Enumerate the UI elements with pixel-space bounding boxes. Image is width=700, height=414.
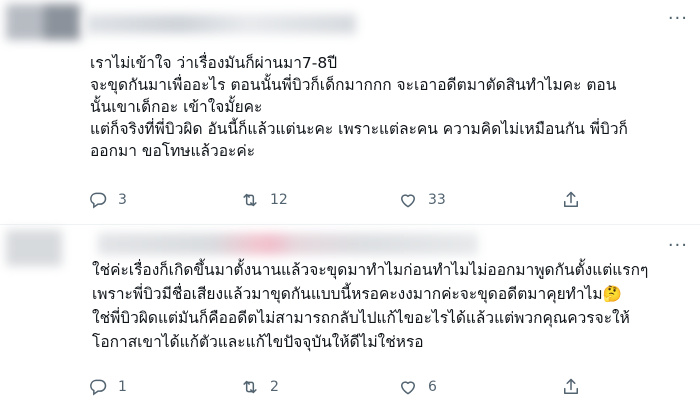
action-bar: 1 2 6 [0, 377, 700, 401]
reply-count: 3 [118, 192, 127, 208]
more-icon[interactable]: ··· [668, 237, 688, 255]
avatar-blurred[interactable] [6, 4, 80, 40]
share-icon [564, 378, 578, 394]
reply-count: 1 [118, 379, 127, 395]
tweet[interactable]: ··· เราไม่เข้าใจ ว่าเรื่องมันก็ผ่านมา7-8… [0, 0, 700, 224]
author-name-blurred[interactable] [86, 14, 356, 34]
reply-icon [90, 192, 107, 209]
retweet-count: 12 [270, 192, 288, 208]
tweet[interactable]: ··· ใช่ค่ะเรื่องก็เกิดขึ้นมาตั้งนานแล้วจ… [0, 225, 700, 414]
like-icon [401, 381, 415, 395]
share-icon [564, 191, 578, 207]
reply-button[interactable]: 3 [88, 190, 127, 210]
action-bar: 3 12 33 [0, 190, 700, 214]
like-count: 6 [428, 379, 437, 395]
tweet-text: เราไม่เข้าใจ ว่าเรื่องมันก็ผ่านมา7-8ปี จ… [90, 54, 628, 160]
retweet-icon [243, 193, 257, 207]
more-icon[interactable]: ··· [668, 10, 688, 28]
retweet-button[interactable]: 12 [240, 190, 288, 210]
like-button[interactable]: 33 [398, 190, 446, 210]
like-icon [401, 194, 415, 208]
retweet-icon [243, 380, 257, 394]
share-button[interactable] [561, 377, 581, 397]
author-name-blurred[interactable] [98, 233, 478, 255]
like-button[interactable]: 6 [398, 377, 437, 397]
reply-button[interactable]: 1 [88, 377, 127, 397]
like-count: 33 [428, 192, 446, 208]
reply-icon [90, 379, 107, 396]
reply-thread: ··· เราไม่เข้าใจ ว่าเรื่องมันก็ผ่านมา7-8… [0, 0, 700, 414]
retweet-count: 2 [270, 379, 279, 395]
avatar-blurred[interactable] [6, 230, 62, 266]
share-button[interactable] [561, 190, 581, 210]
tweet-text: ใช่ค่ะเรื่องก็เกิดขึ้นมาตั้งนานแล้วจะขุด… [92, 261, 649, 351]
retweet-button[interactable]: 2 [240, 377, 279, 397]
